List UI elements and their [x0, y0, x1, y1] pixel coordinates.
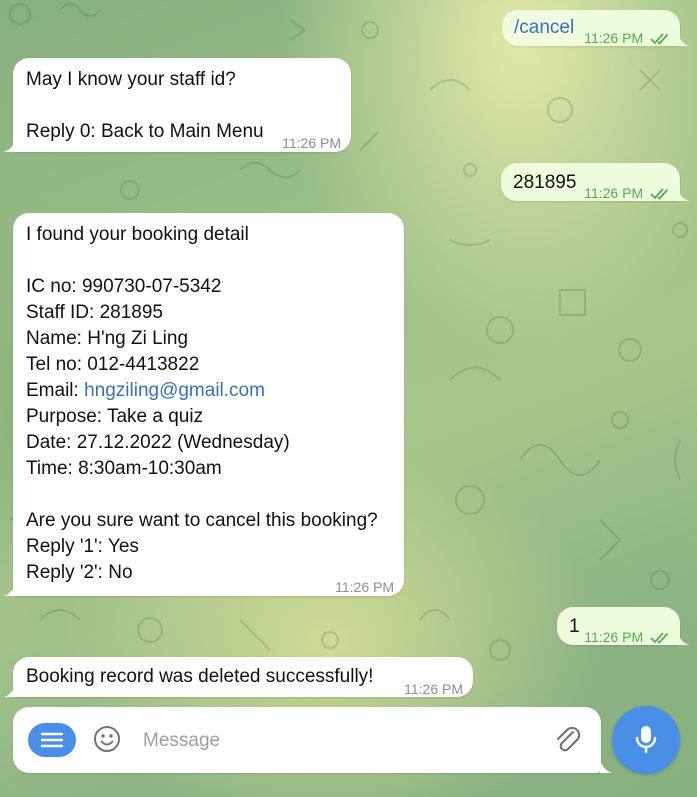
- bubble-tail: [4, 582, 16, 596]
- message-text: 281895: [513, 172, 577, 193]
- name: Name: H'ng Zi Ling: [26, 328, 189, 349]
- message-line: Reply 0: Back to Main Menu: [26, 121, 264, 142]
- time-label: 11:26 PM: [584, 629, 644, 645]
- staff-id: Staff ID: 281895: [26, 302, 163, 323]
- message-bubble-outgoing: 281895 11:26 PM: [501, 163, 680, 201]
- double-check-icon: [650, 188, 669, 200]
- time-label: 11:26 PM: [584, 30, 644, 46]
- message-time: 11:26 PM: [584, 25, 670, 51]
- menu-icon: [40, 732, 64, 748]
- message-time: 11:26 PM: [282, 135, 341, 151]
- tel-number: Tel no: 012-4413822: [26, 354, 200, 375]
- date: Date: 27.12.2022 (Wednesday): [26, 432, 290, 453]
- bubble-tail: [4, 683, 16, 697]
- message-time: 11:26 PM: [335, 579, 394, 595]
- message-text: Booking record was deleted successfully!: [26, 666, 374, 687]
- bot-menu-button[interactable]: [28, 723, 76, 757]
- message-bubble-outgoing: 1 11:26 PM: [557, 607, 680, 645]
- microphone-icon: [635, 726, 657, 754]
- time-label: 11:26 PM: [584, 185, 644, 201]
- message-input[interactable]: [141, 727, 525, 755]
- reply-option: Reply '2': No: [26, 562, 133, 583]
- bubble-tail: [677, 187, 689, 201]
- message-bubble-incoming: I found your booking detail IC no: 99073…: [13, 213, 404, 596]
- bubble-tail: [677, 631, 689, 645]
- command-text[interactable]: /cancel: [514, 15, 574, 41]
- confirm-question: Are you sure want to cancel this booking…: [26, 510, 378, 531]
- message-text: 1: [569, 616, 580, 637]
- message-time: 11:26 PM: [404, 681, 463, 697]
- composer-tail: [600, 759, 612, 773]
- double-check-icon: [650, 33, 669, 45]
- email-label: Email:: [26, 380, 85, 401]
- purpose: Purpose: Take a quiz: [26, 406, 204, 427]
- bubble-tail: [677, 32, 689, 46]
- message-bubble-outgoing[interactable]: /cancel 11:26 PM: [502, 10, 680, 46]
- email-row: Email: hngziling@gmail.com: [26, 378, 378, 404]
- message-bubble-incoming: May I know your staff id? Reply 0: Back …: [13, 58, 351, 152]
- reply-option: Reply '1': Yes: [26, 536, 139, 557]
- email-link[interactable]: hngziling@gmail.com: [84, 380, 265, 401]
- paperclip-icon[interactable]: [553, 724, 583, 756]
- ic-number: IC no: 990730-07-5342: [26, 276, 222, 297]
- message-composer: [13, 707, 601, 773]
- message-line: May I know your staff id?: [26, 69, 236, 90]
- message-bubble-incoming: Booking record was deleted successfully!…: [13, 657, 473, 697]
- message-time: 11:26 PM: [584, 624, 670, 650]
- message-time: 11:26 PM: [584, 180, 670, 206]
- message-line: I found your booking detail: [26, 224, 249, 245]
- double-check-icon: [650, 632, 669, 644]
- bubble-tail: [4, 138, 16, 152]
- voice-record-button[interactable]: [612, 706, 680, 774]
- smiley-icon[interactable]: [93, 725, 121, 753]
- time-slot: Time: 8:30am-10:30am: [26, 458, 222, 479]
